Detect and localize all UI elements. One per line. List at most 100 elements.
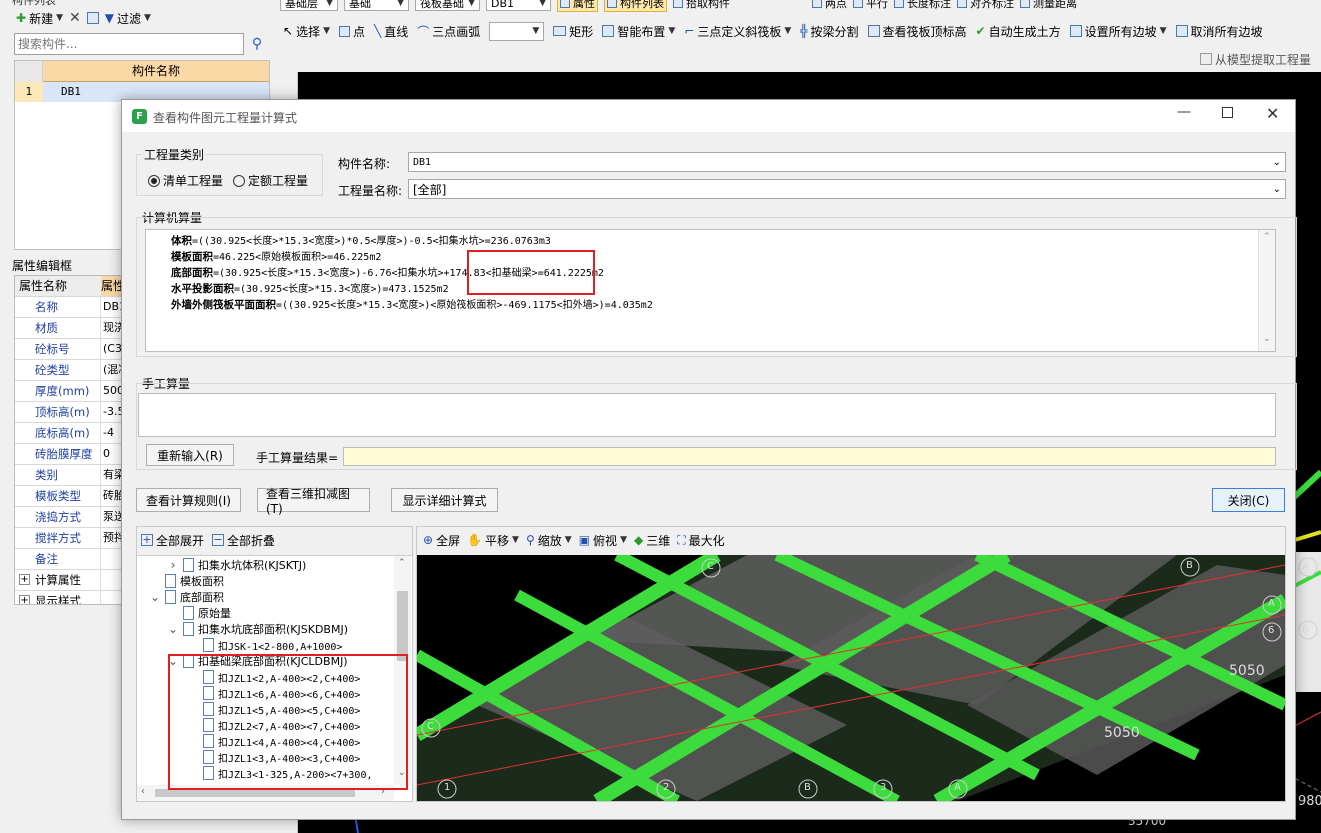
property-row[interactable]: 类别 有梁	[15, 465, 123, 486]
rect-button[interactable]: 矩形	[553, 23, 593, 40]
property-row[interactable]: 名称 DB1	[15, 297, 123, 318]
property-row[interactable]: + 显示样式	[15, 591, 123, 604]
close-icon[interactable]: ✕	[1266, 104, 1279, 123]
search-box[interactable]	[14, 33, 244, 55]
formula-name: 底部面积	[171, 267, 213, 279]
align-dim-button[interactable]: 对齐标注	[957, 0, 1014, 11]
split-by-beam-button[interactable]: ╬ 按梁分割	[800, 23, 858, 40]
tree-item[interactable]: 模板面积	[149, 573, 224, 589]
tree-item-label: 底部面积	[180, 591, 224, 604]
view-rules-button[interactable]: 查看计算规则(I)	[136, 488, 241, 512]
property-row[interactable]: 备注	[15, 549, 123, 570]
component-list-toolbar: ✚ 新建 ▼ ✕ ▼ 过滤 ▼	[16, 9, 151, 27]
property-row[interactable]: 搅拌方式 预拌	[15, 528, 123, 549]
radio-quota-qty[interactable]: 定额工程量	[233, 172, 308, 189]
quantity-formula-dialog: F 查看构件图元工程量计算式 — ✕ 工程量类别 清单工程量 定额工程量 构件名…	[121, 99, 1297, 820]
arc-mode-dropdown-icon: ▼	[532, 26, 540, 36]
property-row[interactable]: 顶标高(m) -3.5	[15, 402, 123, 423]
property-row[interactable]: 厚度(mm) 500	[15, 381, 123, 402]
copy-icon[interactable]	[86, 12, 99, 24]
two-point-button[interactable]: 两点	[812, 0, 847, 11]
property-row[interactable]: 砼标号(C30	[15, 339, 123, 360]
chevron-down-icon[interactable]: ⌄	[149, 590, 161, 604]
search-button[interactable]: ⚲	[246, 33, 268, 55]
auto-earthwork-label: 自动生成土方	[988, 24, 1061, 39]
parallel-button[interactable]: 平行	[853, 0, 888, 11]
plus-box-icon[interactable]: +	[19, 595, 30, 604]
top-view-button[interactable]: ▣ 俯视 ▼	[579, 532, 627, 549]
component-list-button[interactable]: 构件列表	[604, 0, 667, 12]
arc-mode-combo[interactable]: ▼	[489, 21, 545, 41]
floor-combo[interactable]: 基础层 ▼	[280, 0, 338, 11]
property-row[interactable]: 砼类型(混凝	[15, 360, 123, 381]
qty-name-select[interactable]: [全部] ⌄	[408, 179, 1286, 199]
slope-raft-button[interactable]: ⌐ 三点定义斜筏板 ▼	[684, 23, 791, 40]
viewport-axis-6: 6	[1302, 623, 1309, 636]
viewer-canvas[interactable]: C B C A 6 1 2 B 3 A 5050 5050	[417, 555, 1285, 801]
measure-distance-button[interactable]: 测量距离	[1020, 0, 1077, 11]
three-d-button[interactable]: ◆ 三维	[634, 532, 670, 549]
tree-item[interactable]: ⌄ 底部面积	[149, 589, 224, 605]
type-combo[interactable]: 筏板基础 ▼	[415, 0, 480, 11]
manual-result-field[interactable]	[343, 447, 1276, 466]
property-label: 属性	[573, 0, 595, 10]
property-row[interactable]: 模板类型 砖胎	[15, 486, 123, 507]
cancel-all-slopes-button[interactable]: 取消所有边坡	[1175, 23, 1263, 40]
pan-button[interactable]: ✋ 平移 ▼	[467, 532, 519, 549]
smart-layout-button[interactable]: 智能布置 ▼	[602, 23, 675, 40]
maximize-icon[interactable]	[1222, 107, 1233, 118]
property-row-name: 模板类型	[15, 486, 101, 506]
tree-item[interactable]: 扣JSK-1<2-800,A+1000>	[187, 637, 342, 653]
radio-checked-icon	[148, 174, 160, 187]
chevron-down-icon[interactable]: ⌄	[167, 622, 179, 636]
tree-item[interactable]: 原始量	[167, 605, 231, 621]
length-dim-button[interactable]: 长度标注	[894, 0, 951, 11]
property-row[interactable]: 砖胎膜厚度 0	[15, 444, 123, 465]
tree-item[interactable]: ⌄ 扣集水坑底部面积(KJSKDBMJ)	[167, 621, 348, 637]
collapse-all-button[interactable]: − 全部折叠	[212, 532, 275, 549]
point-button[interactable]: 点	[339, 23, 365, 40]
manual-calc-textarea[interactable]	[138, 393, 1276, 437]
component-name-select[interactable]: DB1 ⌄	[408, 152, 1286, 172]
view-3d-deduction-button[interactable]: 查看三维扣减图(T)	[257, 487, 370, 516]
zoom-fit-icon: ⊕	[423, 533, 434, 547]
property-row[interactable]: 底标高(m) -4	[15, 423, 123, 444]
property-row[interactable]: + 计算属性	[15, 570, 123, 591]
show-detail-button[interactable]: 显示详细计算式	[391, 488, 498, 512]
extract-qty-button[interactable]: 从模型提取工程量	[1200, 50, 1311, 68]
reenter-button[interactable]: 重新输入(R)	[146, 444, 234, 466]
minimize-icon[interactable]: —	[1177, 104, 1191, 120]
view-raft-top-button[interactable]: 查看筏板顶标高	[867, 23, 967, 40]
expand-all-button[interactable]: + 全部展开	[141, 532, 204, 549]
arc-button[interactable]: ⌒ 三点画弧	[417, 23, 480, 40]
set-all-slopes-button[interactable]: 设置所有边坡 ▼	[1069, 23, 1167, 40]
maximize-view-button[interactable]: ⛶ 最大化	[677, 532, 724, 549]
radio-bill-qty[interactable]: 清单工程量	[148, 172, 223, 189]
formula-scrollbar[interactable]: ⌃ ⌄	[1258, 230, 1275, 351]
close-button[interactable]: 关闭(C)	[1212, 488, 1285, 512]
filter-button[interactable]: ▼ 过滤 ▼	[105, 10, 151, 27]
auto-earthwork-button[interactable]: ✔ 自动生成土方	[976, 23, 1061, 40]
property-button[interactable]: 属性	[557, 0, 598, 12]
pick-component-button[interactable]: 拾取构件	[673, 0, 730, 11]
property-row[interactable]: 材质 现浇	[15, 318, 123, 339]
formula-textbox[interactable]: 体积=((30.925<长度>*15.3<宽度>)*0.5<厚度>)-0.5<扣…	[145, 229, 1276, 352]
zoom-button[interactable]: ⚲ 缩放 ▼	[526, 532, 572, 549]
formula-expression: =(30.925<长度>*15.3<宽度>)=473.1525m2	[234, 284, 449, 295]
property-row[interactable]: 浇捣方式 泵送	[15, 507, 123, 528]
line-button[interactable]: ╲ 直线	[374, 23, 408, 40]
category-combo[interactable]: 基础 ▼	[344, 0, 409, 11]
new-button[interactable]: ✚ 新建 ▼	[16, 10, 63, 27]
tree-scroll-thumb[interactable]	[397, 591, 408, 661]
tree-hscroll-thumb[interactable]	[155, 789, 355, 797]
viewport-edge-1: 980	[1298, 794, 1321, 809]
tree-item[interactable]: › 扣集水坑体积(KJSKTJ)	[167, 557, 306, 573]
fullscreen-button[interactable]: ⊕ 全屏	[423, 532, 460, 549]
component-combo[interactable]: DB1 ▼	[486, 0, 551, 11]
plus-box-icon[interactable]: +	[19, 574, 30, 585]
viewer-axis-b1: B	[1186, 560, 1193, 571]
chevron-right-icon[interactable]: ›	[167, 558, 179, 572]
delete-icon[interactable]: ✕	[69, 10, 81, 26]
select-button[interactable]: ↖ 选择 ▼	[283, 23, 330, 40]
search-input[interactable]	[18, 37, 243, 51]
